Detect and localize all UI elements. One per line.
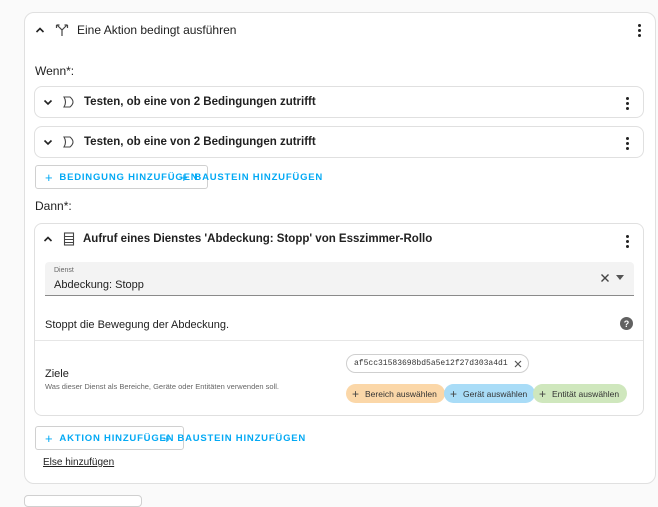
service-action-card: Aufruf eines Dienstes 'Abdeckung: Stopp'… — [34, 223, 644, 416]
divider — [35, 340, 643, 341]
plus-icon: + — [45, 430, 54, 446]
entity-chip[interactable]: af5cc31583698bd5a5e12f27d303a4d1 — [346, 354, 529, 373]
plus-icon: + — [539, 386, 547, 401]
service-description: Stoppt die Bewegung der Abdeckung. — [45, 319, 230, 331]
add-action-button[interactable]: + Aktion hinzufügen — [35, 426, 185, 450]
select-entity-chip[interactable]: + Entität auswählen — [533, 384, 628, 403]
if-label: Wenn*: — [35, 64, 75, 78]
targets-title: Ziele — [45, 368, 69, 380]
plus-icon: + — [163, 430, 172, 446]
block-header[interactable]: Eine Aktion bedingt ausführen — [33, 22, 236, 38]
chevron-up-icon[interactable] — [41, 232, 55, 246]
action-header[interactable]: Aufruf eines Dienstes 'Abdeckung: Stopp'… — [41, 232, 432, 246]
dropdown-arrow-icon[interactable] — [616, 275, 624, 280]
call-split-icon — [55, 23, 69, 37]
help-icon[interactable]: ? — [620, 317, 633, 330]
plus-icon: + — [180, 169, 189, 185]
choose-action-block: Eine Aktion bedingt ausführen Wenn*: Tes… — [24, 12, 656, 484]
condition-card[interactable]: Testen, ob eine von 2 Bedingungen zutrif… — [34, 126, 644, 158]
then-label: Dann*: — [35, 199, 72, 213]
add-building-block-button[interactable]: + Baustein hinzufügen — [180, 165, 323, 189]
chevron-up-icon[interactable] — [33, 23, 47, 37]
clear-icon[interactable] — [600, 273, 610, 283]
plus-icon: + — [352, 386, 360, 401]
targets-help: Was dieser Dienst als Bereiche, Geräte o… — [45, 382, 280, 391]
service-select-label: Dienst — [54, 267, 74, 274]
condition-menu-icon[interactable] — [619, 95, 635, 111]
service-select[interactable]: Dienst Abdeckung: Stopp — [45, 262, 634, 296]
chevron-down-icon[interactable] — [41, 95, 55, 109]
condition-title: Testen, ob eine von 2 Bedingungen zutrif… — [84, 96, 316, 108]
plus-icon: + — [450, 386, 458, 401]
select-area-chip[interactable]: + Bereich auswählen — [346, 384, 445, 403]
chevron-down-icon[interactable] — [41, 135, 55, 149]
service-select-value: Abdeckung: Stopp — [54, 279, 144, 291]
condition-menu-icon[interactable] — [619, 135, 635, 151]
action-title: Aufruf eines Dienstes 'Abdeckung: Stopp'… — [83, 233, 433, 245]
blinds-icon — [63, 232, 75, 246]
condition-title: Testen, ob eine von 2 Bedingungen zutrif… — [84, 136, 316, 148]
block-menu-icon[interactable] — [631, 22, 647, 38]
remove-chip-icon[interactable] — [514, 360, 522, 368]
block-title: Eine Aktion bedingt ausführen — [77, 23, 237, 37]
partial-button[interactable] — [24, 495, 142, 507]
plus-icon: + — [45, 169, 54, 185]
add-else-link[interactable]: Else hinzufügen — [43, 457, 114, 468]
condition-card[interactable]: Testen, ob eine von 2 Bedingungen zutrif… — [34, 86, 644, 118]
action-menu-icon[interactable] — [619, 233, 635, 249]
or-gate-icon — [63, 136, 77, 148]
add-building-block-button[interactable]: + Baustein hinzufügen — [163, 426, 306, 450]
or-gate-icon — [63, 96, 77, 108]
select-device-chip[interactable]: + Gerät auswählen — [444, 384, 536, 403]
